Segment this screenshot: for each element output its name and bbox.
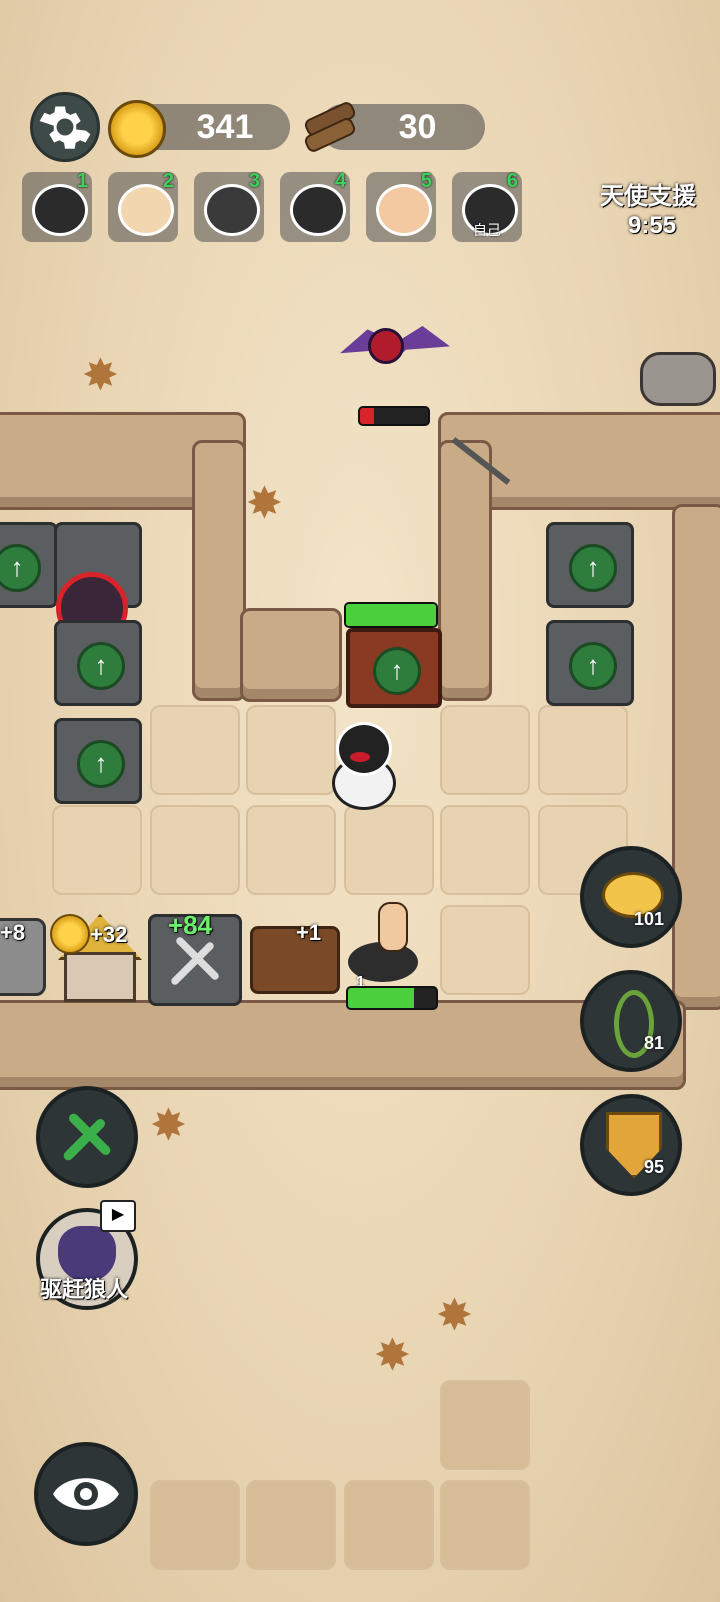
floor-tile[interactable]	[440, 805, 530, 895]
player-rank: 3	[248, 170, 260, 192]
upgrade-arrow-icon[interactable]: ↑	[373, 647, 421, 695]
wall-inner-left	[192, 440, 246, 701]
upgrade-arrow-icon[interactable]: ↑	[569, 544, 617, 592]
coin-icon	[108, 100, 166, 158]
dry-leaf-decoration: ✸	[374, 1331, 411, 1380]
wood-icon	[302, 99, 358, 155]
player-slot-3[interactable]: 3	[194, 170, 264, 242]
drive-werewolf-label: 驱赶狼人	[39, 1277, 128, 1302]
player-sheep[interactable]	[326, 722, 396, 814]
dry-leaf-decoration: ✸	[246, 479, 283, 528]
video-ad-icon: ▶	[100, 1200, 136, 1232]
bat-enemy[interactable]	[340, 318, 450, 378]
floor-tile[interactable]	[344, 805, 434, 895]
thorn-button[interactable]: 81	[580, 970, 682, 1072]
upgrade-arrow-icon[interactable]: ↑	[77, 642, 125, 690]
income-workshop: +84	[168, 910, 213, 940]
floor-tile	[440, 1380, 530, 1470]
floor-tile[interactable]	[440, 705, 530, 795]
income-house: +32	[90, 922, 128, 947]
player-rank: 5	[420, 170, 432, 192]
piggy-bank-button[interactable]: 101	[580, 846, 682, 948]
wood-count: 30	[398, 108, 437, 146]
view-toggle-button[interactable]	[34, 1442, 138, 1546]
player-slot-2[interactable]: 2	[108, 170, 178, 242]
bat-health-bar	[358, 406, 430, 426]
crossbow-turret[interactable]: ↑	[546, 620, 634, 706]
crossbow-turret[interactable]: ↑	[0, 522, 58, 608]
dry-leaf-decoration: ✸	[436, 1291, 473, 1340]
floor-tile	[150, 1480, 240, 1570]
barbed-gate[interactable]: ↑	[346, 628, 442, 708]
ostrich-health-bar	[346, 986, 438, 1010]
wall-right-edge	[672, 504, 720, 1010]
floor-tile	[440, 1480, 530, 1570]
player-slot-4[interactable]: 4	[280, 170, 350, 242]
floor-tile[interactable]	[440, 905, 530, 995]
floor-tile[interactable]	[52, 805, 142, 895]
upgrade-arrow-icon[interactable]: ↑	[0, 544, 41, 592]
ostrich-health-fill	[348, 988, 414, 1008]
player-rank: 2	[162, 170, 174, 192]
settings-button[interactable]	[30, 92, 100, 162]
coin-icon	[50, 914, 90, 954]
dry-leaf-decoration: ✸	[82, 351, 119, 400]
upgrade-arrow-icon[interactable]: ↑	[77, 740, 125, 788]
floor-tile[interactable]	[246, 705, 336, 795]
crossbow-turret[interactable]: ↑	[54, 620, 142, 706]
eye-icon	[53, 1478, 119, 1510]
event-title: 天使支援	[600, 183, 696, 210]
event-timer: 9:55	[628, 212, 677, 239]
player-rank: 1	[76, 170, 88, 192]
upgrade-arrow-icon[interactable]: ↑	[569, 642, 617, 690]
floor-tile[interactable]	[246, 805, 336, 895]
floor-tile[interactable]	[150, 805, 240, 895]
thorn-value: 81	[643, 1033, 664, 1053]
skull-rock-decoration	[640, 352, 716, 406]
wall-block-center-left	[240, 608, 342, 702]
dry-leaf-decoration: ✸	[150, 1101, 187, 1150]
player-slot-5[interactable]: 5	[366, 170, 436, 242]
hammer-wrench-icon	[63, 1113, 111, 1161]
player-rank: 4	[334, 170, 346, 192]
floor-tile[interactable]	[538, 705, 628, 795]
piggy-bank-value: 101	[633, 909, 664, 929]
crossbow-turret[interactable]: ↑	[546, 522, 634, 608]
gate-health-bar	[344, 602, 438, 628]
floor-tile	[246, 1480, 336, 1570]
shield-button[interactable]: 95	[580, 1094, 682, 1196]
ostrich-ally[interactable]	[342, 902, 426, 984]
bat-health-fill	[360, 408, 374, 424]
build-button[interactable]	[36, 1086, 138, 1188]
floor-tile	[344, 1480, 434, 1570]
gear-icon	[39, 106, 91, 149]
lumber-structure[interactable]	[250, 926, 340, 994]
gate-health-fill	[346, 604, 436, 626]
bow-turret[interactable]: ↑	[54, 718, 142, 804]
self-label: 自己	[473, 222, 501, 238]
wall-inner-right	[438, 440, 492, 701]
shield-value: 95	[643, 1157, 664, 1177]
coin-count: 341	[196, 108, 254, 146]
player-slot-1[interactable]: 1	[22, 170, 92, 242]
income-stone: +8	[0, 920, 26, 945]
player-rank: 6	[506, 170, 518, 192]
floor-tile[interactable]	[150, 705, 240, 795]
player-slot-6-self[interactable]: 6 自己	[452, 170, 522, 242]
income-wood: +1	[296, 920, 322, 945]
